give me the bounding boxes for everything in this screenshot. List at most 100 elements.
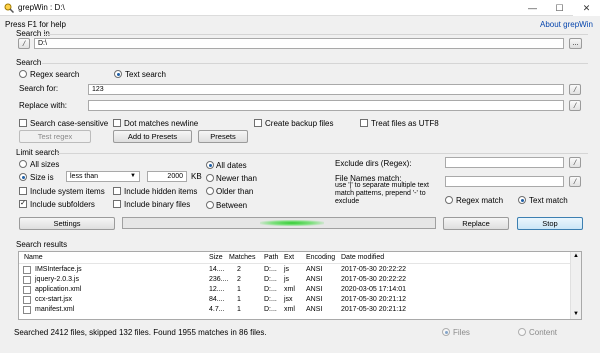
limit-search-label: Limit search	[16, 148, 60, 157]
size-is-label: Size is	[30, 173, 54, 182]
cell-date: 2017-05-30 20:22:22	[341, 266, 406, 273]
col-date[interactable]: Date modified	[341, 254, 384, 261]
text-match-radio[interactable]	[518, 196, 526, 204]
cell-path: D:...	[264, 286, 277, 293]
cell-ext: xml	[284, 286, 295, 293]
regex-match-radio[interactable]	[445, 196, 453, 204]
col-matches[interactable]: Matches	[229, 254, 255, 261]
divider	[58, 153, 588, 154]
search-in-regex-icon[interactable]: /	[18, 38, 30, 49]
status-text: Searched 2412 files, skipped 132 files. …	[14, 328, 267, 337]
regex-match-label: Regex match	[456, 196, 504, 205]
file-names-regex-icon[interactable]: /	[569, 176, 581, 187]
backup-checkbox[interactable]	[254, 119, 262, 127]
cell-ext: js	[284, 266, 290, 273]
cell-encoding: ANSI	[306, 306, 323, 313]
col-path[interactable]: Path	[264, 254, 278, 261]
col-ext[interactable]: Ext	[284, 254, 294, 261]
newer-than-label: Newer than	[216, 174, 257, 183]
cell-path: D:...	[264, 266, 277, 273]
backup-label: Create backup files	[265, 119, 334, 128]
stop-button[interactable]: Stop	[517, 217, 583, 230]
progress-bar	[122, 217, 436, 229]
size-operator-select[interactable]: less than ▼	[66, 171, 140, 182]
all-sizes-label: All sizes	[30, 160, 60, 169]
size-operator-value: less than	[70, 173, 99, 180]
size-is-radio[interactable]	[19, 173, 27, 181]
newer-than-radio[interactable]	[206, 174, 214, 182]
exclude-dirs-regex-icon[interactable]: /	[569, 157, 581, 168]
cell-encoding: ANSI	[306, 296, 323, 303]
utf8-checkbox[interactable]	[360, 119, 368, 127]
col-name[interactable]: Name	[24, 254, 43, 261]
settings-button[interactable]: Settings	[19, 217, 115, 230]
presets-button[interactable]: Presets	[198, 130, 248, 143]
all-dates-label: All dates	[216, 161, 247, 170]
add-to-presets-button[interactable]: Add to Presets	[113, 130, 192, 143]
file-icon	[23, 296, 31, 304]
cell-date: 2017-05-30 20:21:12	[341, 306, 406, 313]
cell-size: 12....	[209, 286, 225, 293]
close-button[interactable]: ✕	[573, 0, 600, 16]
results-table[interactable]: Name Size Matches Path Ext Encoding Date…	[18, 251, 582, 320]
older-than-radio[interactable]	[206, 187, 214, 195]
scroll-down-icon[interactable]: ▼	[573, 311, 579, 317]
cell-matches: 2	[237, 266, 241, 273]
magnifier-icon	[4, 3, 14, 13]
cell-path: D:...	[264, 296, 277, 303]
case-sensitive-checkbox[interactable]	[19, 119, 27, 127]
table-row[interactable]: manifest.xml 4.7... 1 D:... xml ANSI 2017-05-3…	[19, 305, 571, 315]
exclude-dirs-input[interactable]	[445, 157, 564, 168]
replace-with-regex-icon[interactable]: /	[569, 100, 581, 111]
system-items-label: Include system items	[30, 187, 105, 196]
minimize-button[interactable]: —	[519, 0, 546, 16]
file-names-help-line3: exclude	[335, 198, 360, 205]
dot-newline-checkbox[interactable]	[113, 119, 121, 127]
results-scrollbar[interactable]: ▲ ▼	[570, 252, 581, 319]
binary-files-label: Include binary files	[124, 200, 191, 209]
files-label: Files	[453, 328, 470, 337]
all-sizes-radio[interactable]	[19, 160, 27, 168]
browse-button[interactable]: ...	[569, 38, 582, 49]
text-search-label: Text search	[125, 70, 166, 79]
binary-files-checkbox[interactable]	[113, 200, 121, 208]
cell-name: ccx-start.jsx	[35, 296, 72, 303]
cell-matches: 2	[237, 276, 241, 283]
search-for-input[interactable]: 123	[88, 84, 564, 95]
scroll-up-icon[interactable]: ▲	[573, 253, 579, 259]
maximize-button[interactable]: ☐	[546, 0, 573, 16]
cell-name: application.xml	[35, 286, 82, 293]
replace-button[interactable]: Replace	[443, 217, 509, 230]
search-for-regex-icon[interactable]: /	[569, 84, 581, 95]
col-size[interactable]: Size	[209, 254, 223, 261]
regex-search-radio[interactable]	[19, 70, 27, 78]
content-label: Content	[529, 328, 558, 337]
text-search-radio[interactable]	[114, 70, 122, 78]
cell-name: jquery-2.0.3.js	[35, 276, 79, 283]
about-link[interactable]: About grepWin	[540, 20, 593, 29]
table-row[interactable]: ccx-start.jsx 84.... 1 D:... jsx ANSI 2017-05-…	[19, 295, 571, 305]
all-dates-radio[interactable]	[206, 161, 214, 169]
between-radio[interactable]	[206, 201, 214, 209]
cell-ext: jsx	[284, 296, 293, 303]
subfolders-checkbox[interactable]: ✓	[19, 200, 27, 208]
hidden-items-label: Include hidden items	[124, 187, 198, 196]
test-regex-button[interactable]: Test regex	[19, 130, 91, 143]
dot-newline-label: Dot matches newline	[124, 119, 199, 128]
file-icon	[23, 266, 31, 274]
table-row[interactable]: jquery-2.0.3.js 236.... 2 D:... js ANSI 2017-0…	[19, 275, 571, 285]
system-items-checkbox[interactable]	[19, 187, 27, 195]
file-names-input[interactable]	[445, 176, 564, 187]
hidden-items-checkbox[interactable]	[113, 187, 121, 195]
cell-encoding: ANSI	[306, 276, 323, 283]
files-radio[interactable]	[442, 328, 450, 336]
content-radio[interactable]	[518, 328, 526, 336]
search-path-input[interactable]: D:\	[34, 38, 564, 49]
col-encoding[interactable]: Encoding	[306, 254, 335, 261]
replace-with-input[interactable]	[88, 100, 564, 111]
between-label: Between	[216, 201, 248, 210]
table-row[interactable]: IMSInterface.js 14.... 2 D:... js ANSI 2017-05…	[19, 265, 571, 275]
cell-size: 14....	[209, 266, 225, 273]
table-row[interactable]: application.xml 12.... 1 D:... xml ANSI 2020-0…	[19, 285, 571, 295]
size-value-input[interactable]: 2000	[147, 171, 187, 182]
